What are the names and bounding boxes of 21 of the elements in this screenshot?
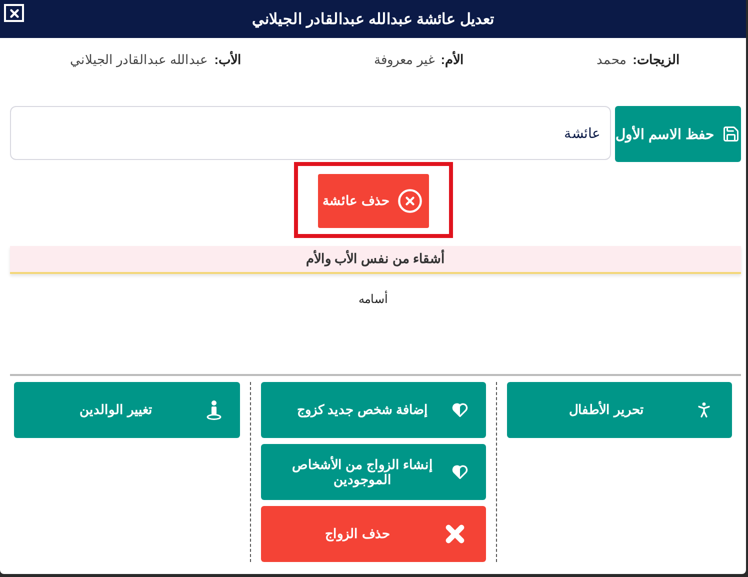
person-icon	[206, 400, 222, 420]
action-button[interactable]: إضافة شخص جديد كزوج	[261, 382, 486, 438]
action-button[interactable]: إنشاء الزواج من الأشخاص الموجودين	[261, 444, 486, 500]
close-icon	[8, 6, 20, 20]
action-button[interactable]: حذف الزواج	[261, 506, 486, 562]
info-text: الزيجات: محمد	[596, 52, 680, 67]
siblings-heading: أشقاء من نفس الأب والأم	[10, 246, 741, 274]
delete-person-button[interactable]: حذف عائشة	[318, 174, 428, 228]
close-circle-icon	[397, 188, 424, 214]
save-icon	[722, 124, 740, 143]
half-heart-icon	[452, 402, 468, 418]
info-text: الأم: غير معروفة	[374, 52, 464, 67]
sibling-name: أسامه	[358, 292, 388, 306]
close-button[interactable]	[4, 4, 24, 22]
first-name-field[interactable]: عائشة	[10, 106, 611, 160]
action-button[interactable]: تحرير الأطفال	[507, 382, 732, 438]
info-text: الأب: عبدالله عبدالقادر الجيلاني	[70, 52, 242, 67]
half-heart-icon	[452, 464, 468, 480]
action-button[interactable]: تغيير الوالدين	[14, 382, 240, 438]
dialog-title: تعديل عائشة عبدالله عبدالقادر الجيلاني	[252, 10, 494, 28]
save-name-button[interactable]: حفظ الاسم الأول	[615, 106, 741, 162]
